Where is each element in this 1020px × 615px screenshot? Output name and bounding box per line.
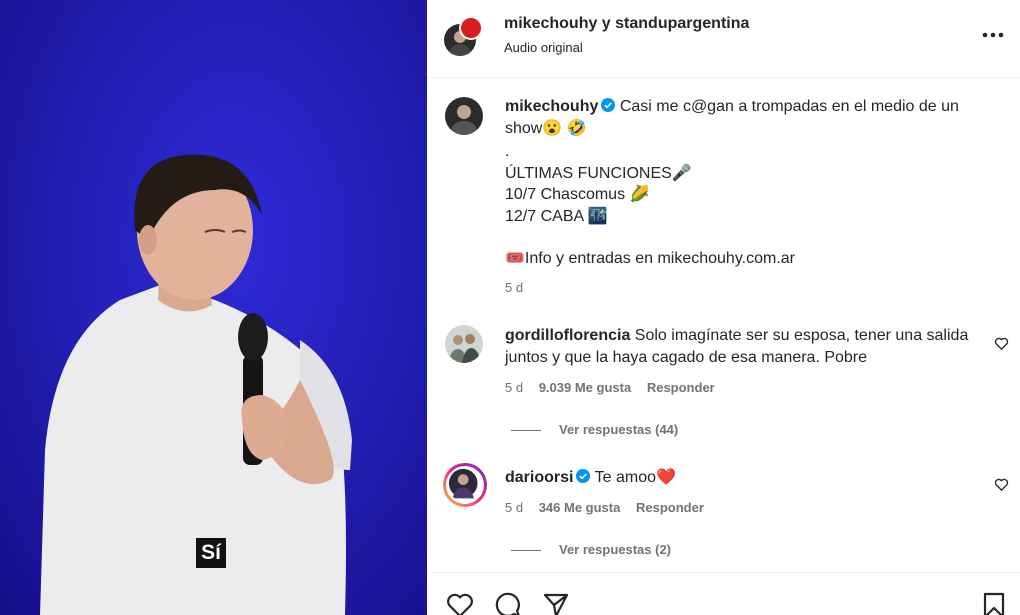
comment-meta: 5 d 9.039 Me gusta Responder [505, 380, 715, 395]
post-timestamp[interactable]: 5 d [505, 277, 985, 299]
post-caption: mikechouhy Casi me c@gan a trompadas en … [505, 96, 985, 298]
caption-line: ÚLTIMAS FUNCIONES🎤 [505, 164, 692, 182]
post-author-title[interactable]: mikechouhy y standupargentina [504, 15, 749, 33]
like-comment-heart-icon[interactable] [994, 336, 1009, 351]
verified-icon [576, 468, 591, 483]
comment-likes[interactable]: 346 Me gusta [539, 500, 621, 515]
collab-avatar[interactable] [459, 16, 483, 40]
view-replies-button[interactable]: Ver respuestas (44) [511, 422, 678, 437]
comment: darioorsi Te amoo❤️ [505, 467, 975, 489]
action-bar [427, 572, 1020, 615]
verified-icon [601, 97, 616, 112]
comment-meta: 5 d 346 Me gusta Responder [505, 500, 704, 515]
post-panel: mikechouhy y standupargentina Audio orig… [427, 0, 1020, 615]
more-options-icon[interactable] [980, 22, 1006, 48]
caption-line: 🎟️Info y entradas en mikechouhy.com.ar [505, 250, 795, 267]
subtitle-caption: Sí [196, 538, 226, 568]
comment-likes[interactable]: 9.039 Me gusta [539, 380, 632, 395]
share-icon[interactable] [542, 591, 570, 615]
reply-button[interactable]: Responder [636, 500, 704, 515]
post-header: mikechouhy y standupargentina Audio orig… [427, 0, 1020, 78]
reel-video[interactable]: Sí [0, 0, 427, 615]
comedian-figure [40, 154, 352, 615]
caption-line: 12/7 CABA 🌃 [505, 207, 608, 225]
like-heart-icon[interactable] [446, 591, 474, 615]
comment-timestamp[interactable]: 5 d [505, 380, 523, 395]
comment-username[interactable]: darioorsi [505, 469, 573, 486]
comment-username[interactable]: gordilloflorencia [505, 327, 630, 344]
like-comment-heart-icon[interactable] [994, 477, 1009, 492]
avatar[interactable] [443, 463, 487, 507]
avatar[interactable] [445, 325, 483, 363]
audio-label[interactable]: Audio original [504, 40, 583, 55]
caption-line: 10/7 Chascomus 🌽 [505, 186, 650, 203]
comment-text: Te amoo❤️ [594, 469, 676, 486]
save-bookmark-icon[interactable] [980, 591, 1008, 615]
reply-button[interactable]: Responder [647, 380, 715, 395]
comment-icon[interactable] [494, 591, 522, 615]
comment-timestamp[interactable]: 5 d [505, 500, 523, 515]
view-replies-button[interactable]: Ver respuestas (2) [511, 542, 671, 557]
avatar[interactable] [445, 97, 483, 135]
post-username[interactable]: mikechouhy [505, 98, 598, 115]
caption-line: . [505, 143, 510, 160]
comment: gordilloflorencia Solo imagínate ser su … [505, 325, 975, 369]
